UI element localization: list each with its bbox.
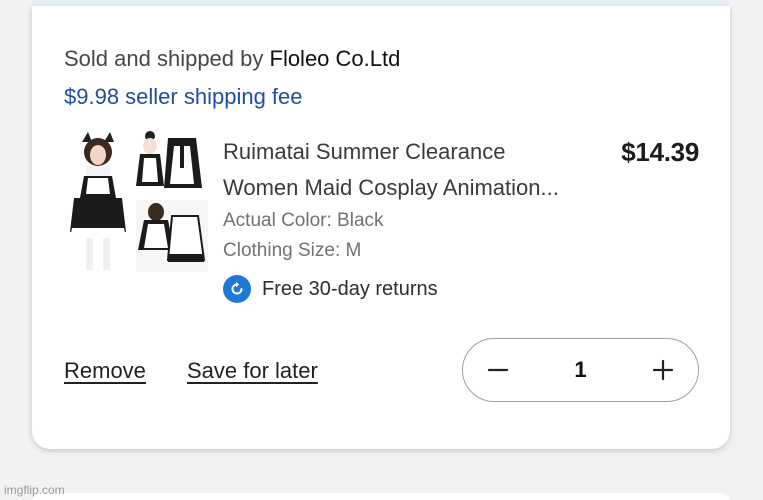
product-image[interactable] [64, 128, 208, 272]
watermark: imgflip.com [4, 483, 65, 497]
minus-icon [487, 368, 509, 372]
product-size: Clothing Size: M [223, 240, 362, 261]
seller-name: Floleo Co.Ltd [269, 46, 401, 71]
sold-by-prefix: Sold and shipped by [64, 46, 264, 71]
quantity-value: 1 [574, 357, 587, 382]
save-for-later-button[interactable]: Save for later [187, 358, 318, 384]
cart-item-card: Sold and shipped by Floleo Co.Ltd $9.98 … [32, 6, 730, 449]
refresh-icon [223, 275, 251, 303]
sold-by-line: Sold and shipped by Floleo Co.Ltd [64, 46, 400, 72]
remove-button[interactable]: Remove [64, 358, 146, 384]
plus-icon [652, 359, 674, 381]
quantity-stepper: 1 [462, 338, 699, 402]
decrement-button[interactable] [483, 355, 513, 385]
product-price: $14.39 [621, 137, 699, 167]
product-title[interactable]: Ruimatai Summer Clearance Women Maid Cos… [223, 134, 613, 206]
next-card-edge [32, 493, 730, 500]
product-image-graphic [64, 128, 208, 272]
returns-text: Free 30-day returns [262, 277, 438, 300]
returns-info: Free 30-day returns [223, 275, 438, 303]
product-title-line-2: Women Maid Cosplay Animation... [223, 175, 559, 200]
increment-button[interactable] [648, 355, 678, 385]
product-title-line-1: Ruimatai Summer Clearance [223, 139, 506, 164]
shipping-fee: $9.98 seller shipping fee [64, 84, 303, 109]
product-color: Actual Color: Black [223, 210, 384, 231]
